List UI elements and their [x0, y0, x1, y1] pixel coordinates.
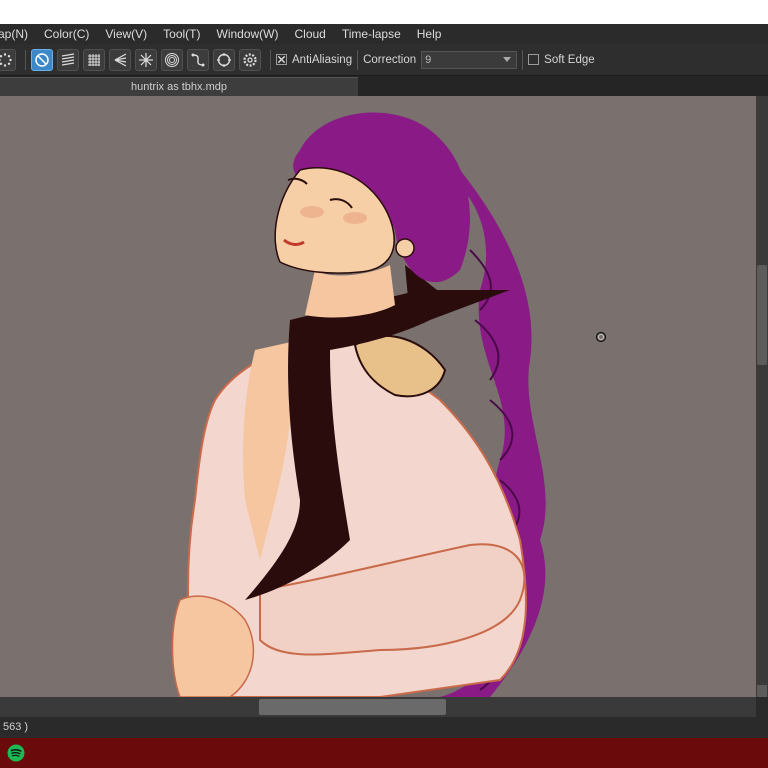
drawing-canvas[interactable]: [0, 96, 756, 697]
toolbar-separator: [357, 49, 359, 70]
chevron-down-icon: [503, 57, 512, 62]
menu-filter[interactable]: ap(N): [0, 24, 36, 44]
document-tab[interactable]: huntrix as tbhx.mdp: [0, 77, 358, 96]
status-bar: 563 ): [0, 717, 768, 738]
snap-toolbar: AntiAliasing Correction 9 Soft Edge: [0, 44, 768, 76]
document-tab-bar: huntrix as tbhx.mdp: [0, 76, 768, 96]
loading-dots-icon[interactable]: [0, 48, 16, 71]
correction-select[interactable]: 9: [421, 50, 518, 69]
ellipse-ruler-icon[interactable]: [213, 48, 235, 71]
correction-value: 9: [425, 53, 432, 66]
artwork-illustration: [171, 112, 607, 697]
menu-window[interactable]: Window(W): [209, 24, 287, 44]
cheek-blush: [343, 212, 367, 224]
antialiasing-label: AntiAliasing: [292, 53, 353, 66]
correction-label: Correction: [363, 53, 417, 66]
no-ruler-icon[interactable]: [31, 48, 53, 71]
toolbar-separator: [522, 49, 524, 70]
cursor-coordinates: 563 ): [3, 721, 29, 733]
brush-cursor: [595, 331, 607, 343]
toolbar-separator: [270, 49, 271, 70]
taskbar: [0, 738, 768, 768]
menu-time-lapse[interactable]: Time-lapse: [334, 24, 409, 44]
vertical-scrollbar[interactable]: [756, 96, 768, 697]
menu-help[interactable]: Help: [409, 24, 450, 44]
menu-view[interactable]: View(V): [97, 24, 155, 44]
menu-color[interactable]: Color(C): [36, 24, 97, 44]
menu-cloud[interactable]: Cloud: [287, 24, 334, 44]
vertical-scroll-arrow[interactable]: [757, 685, 767, 697]
curve-ruler-icon[interactable]: [187, 48, 209, 71]
soft-edge-label: Soft Edge: [544, 53, 595, 66]
antialiasing-checkbox[interactable]: [276, 54, 287, 65]
spotify-icon[interactable]: [7, 744, 25, 762]
parallel-lines-ruler-icon[interactable]: [57, 48, 79, 71]
scrollbar-corner: [756, 697, 768, 717]
soft-edge-checkbox[interactable]: [528, 54, 540, 65]
radial-lines-ruler-icon[interactable]: [135, 48, 157, 71]
gear-icon[interactable]: [239, 48, 261, 71]
brush-cursor-inner: [598, 334, 604, 340]
menu-bar: ap(N) Color(C) View(V) Tool(T) Window(W)…: [0, 24, 768, 44]
concentric-circle-ruler-icon[interactable]: [161, 48, 183, 71]
perspective-ruler-icon[interactable]: [109, 48, 131, 71]
grid-ruler-icon[interactable]: [83, 48, 105, 71]
toolbar-separator: [25, 49, 26, 70]
ear: [395, 238, 415, 258]
vertical-scroll-thumb[interactable]: [757, 265, 767, 365]
top-white-strip: [0, 0, 768, 24]
cheek-blush: [300, 206, 324, 218]
horizontal-scroll-thumb[interactable]: [259, 699, 446, 715]
menu-tool[interactable]: Tool(T): [155, 24, 208, 44]
paint-app-window: ap(N) Color(C) View(V) Tool(T) Window(W)…: [0, 0, 768, 768]
